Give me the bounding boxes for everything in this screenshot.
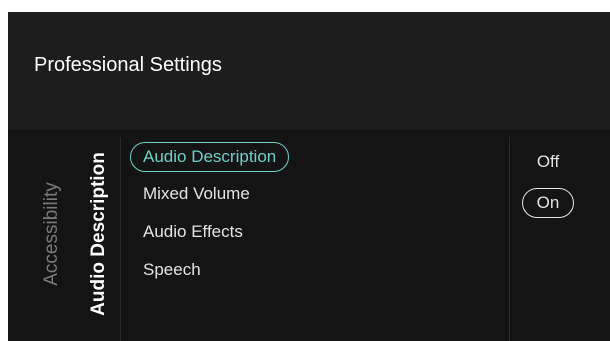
column-divider [509,137,510,341]
page-title: Professional Settings [34,54,222,76]
settings-screen: Professional Settings Accessibility Audi… [8,12,610,341]
option-on[interactable]: On [522,188,574,218]
menu-item-audio-effects[interactable]: Audio Effects [130,218,256,248]
menu-item-mixed-volume[interactable]: Mixed Volume [130,180,263,210]
breadcrumb-current-label: Audio Description [88,152,109,316]
menu-item-audio-description[interactable]: Audio Description [130,142,290,172]
breadcrumb-current: Audio Description [83,144,115,324]
option-off[interactable]: Off [522,148,574,178]
breadcrumb-parent-label: Accessibility [41,182,62,286]
breadcrumb-parent[interactable]: Accessibility [36,144,68,324]
menu-item-speech[interactable]: Speech [130,256,214,286]
header-bar: Professional Settings [8,12,610,130]
column-divider [120,137,121,341]
